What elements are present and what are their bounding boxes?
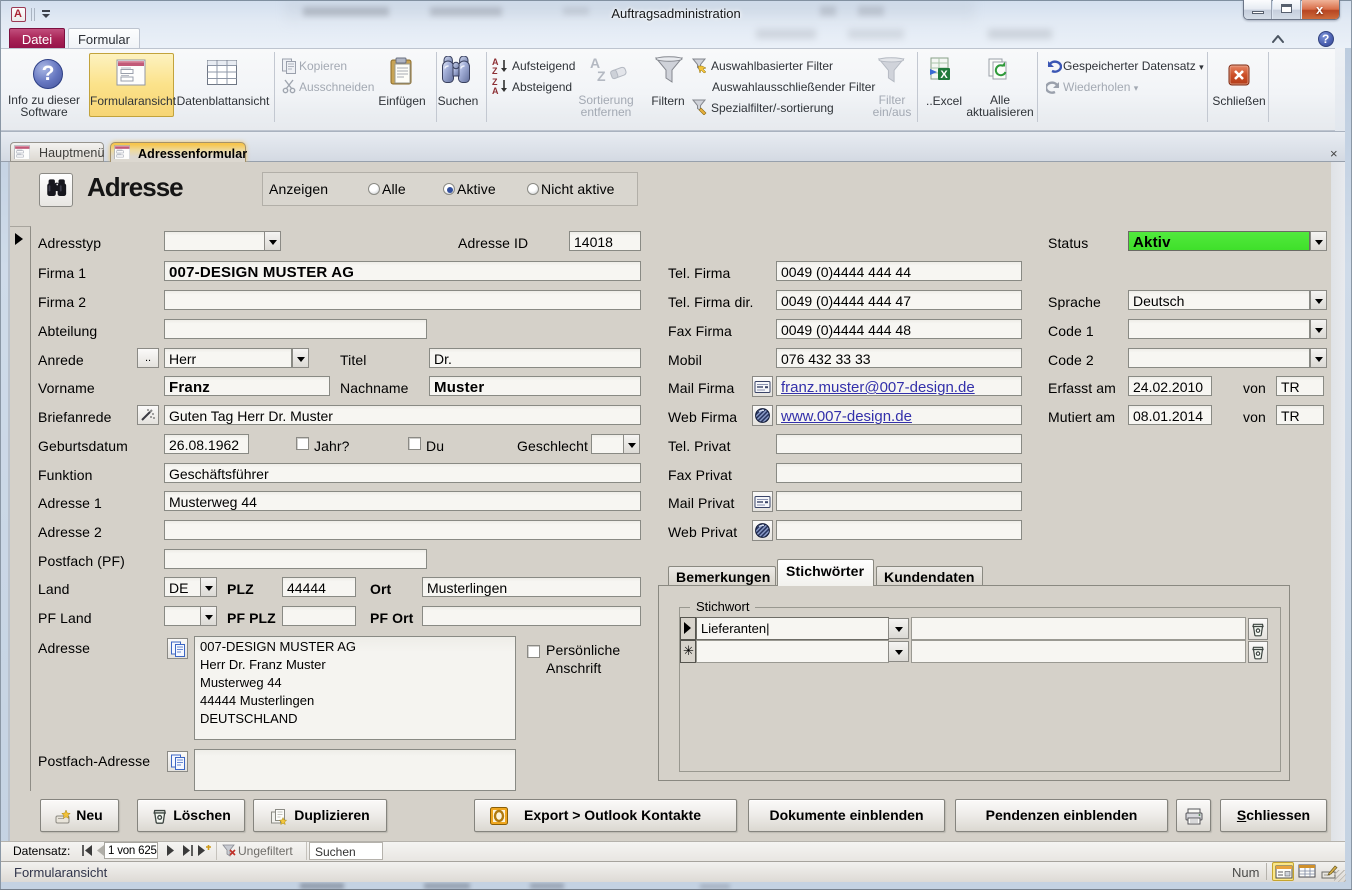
svg-text:Z: Z: [492, 66, 498, 75]
svg-text:X: X: [940, 69, 948, 81]
svg-text:?: ?: [42, 62, 55, 85]
svg-text:Z: Z: [597, 68, 606, 84]
svg-text:A: A: [492, 86, 499, 95]
